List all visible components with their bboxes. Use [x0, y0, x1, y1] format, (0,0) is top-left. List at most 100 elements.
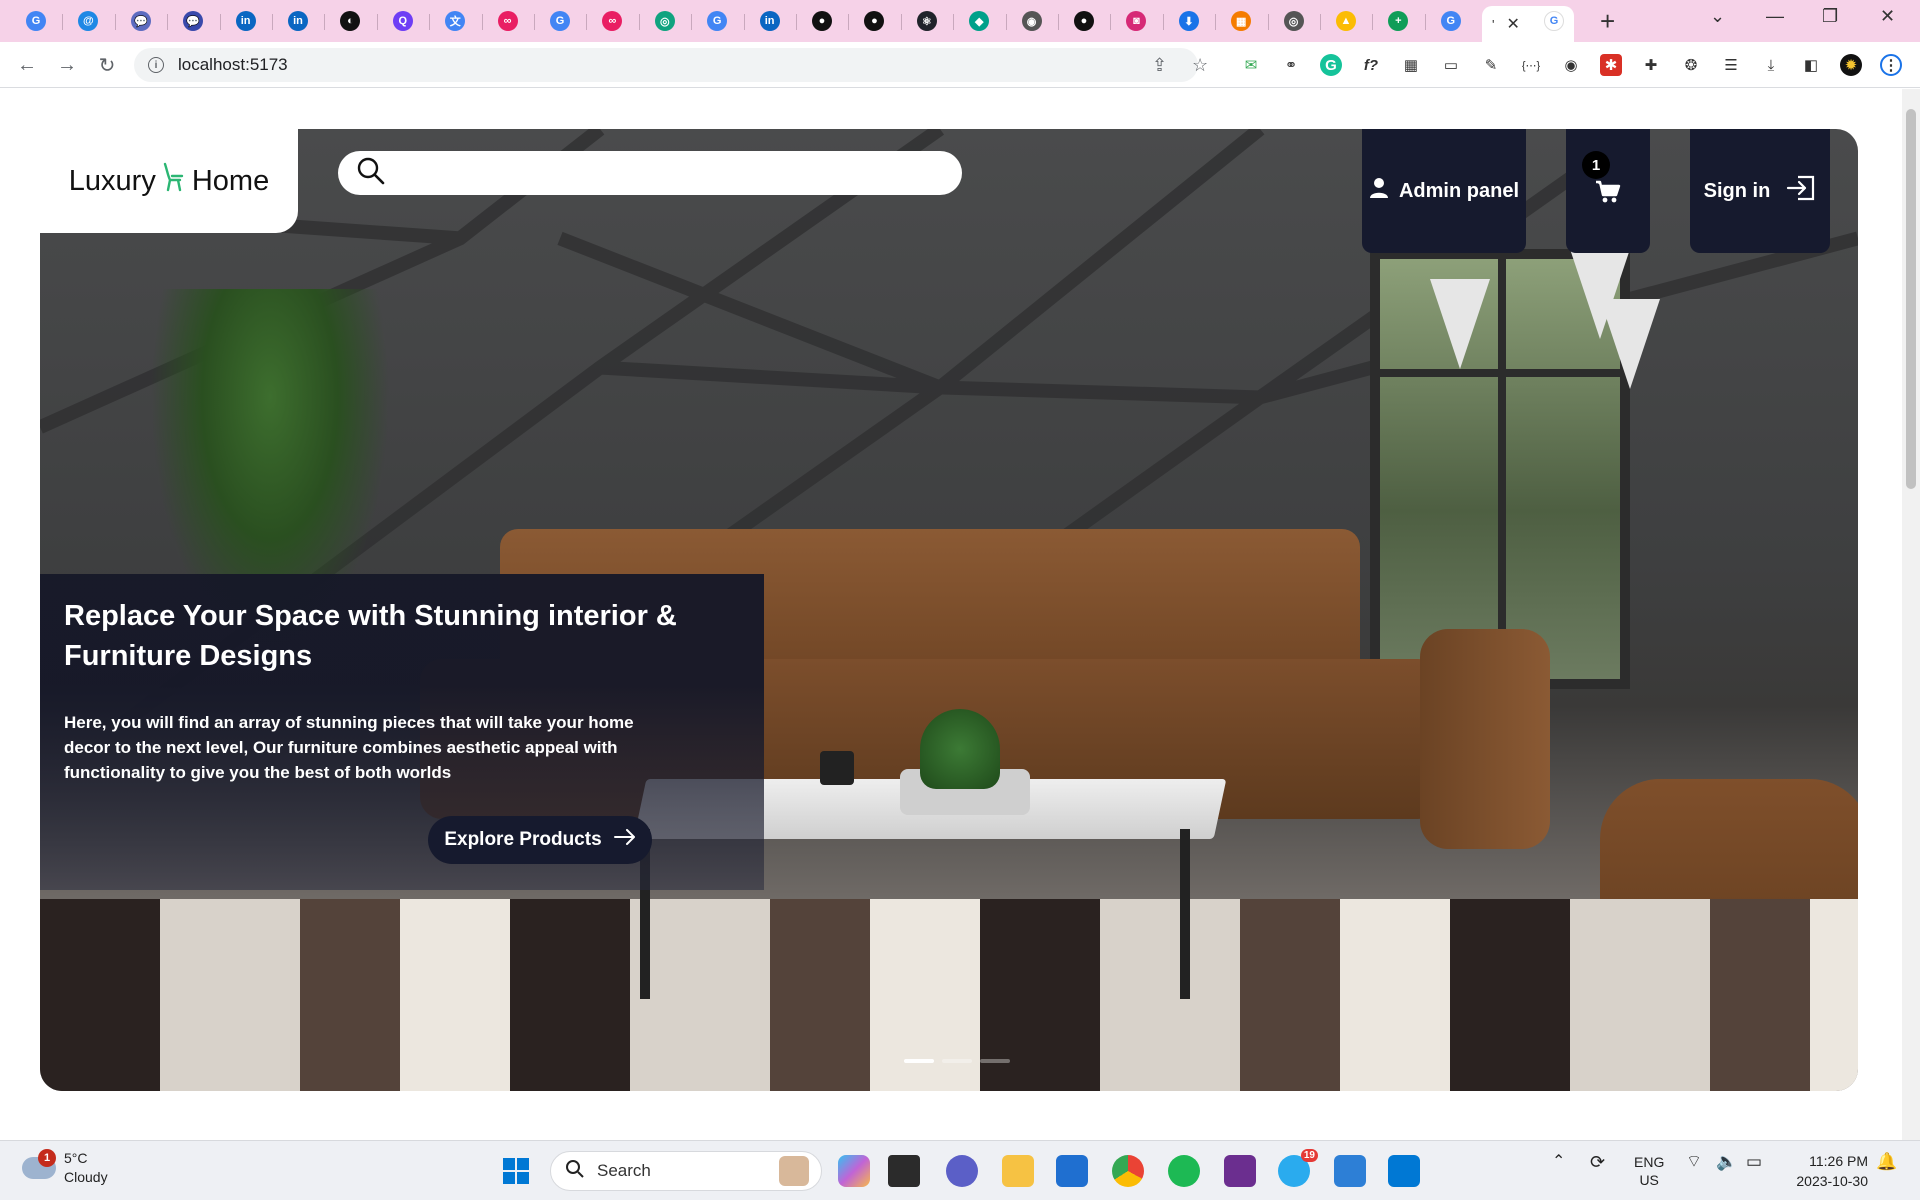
file-explorer-icon[interactable]	[1002, 1155, 1034, 1187]
formula-icon[interactable]: f?	[1360, 54, 1382, 76]
sign-in-button[interactable]: Sign in	[1690, 129, 1830, 253]
explore-products-button[interactable]: Explore Products	[428, 816, 652, 864]
notification-bell-icon[interactable]: 🔔	[1876, 1153, 1897, 1171]
show-hidden-icons-chevron[interactable]: ⌃	[1552, 1153, 1565, 1171]
browser-tab[interactable]: ◉	[1012, 6, 1042, 36]
browser-tab[interactable]: @	[68, 6, 99, 36]
search-bar[interactable]	[338, 151, 962, 195]
teams-chat-icon[interactable]	[946, 1155, 978, 1187]
microsoft-store-icon[interactable]	[1056, 1155, 1088, 1187]
tab-favicon-icon: G	[550, 11, 570, 31]
copilot-icon[interactable]	[838, 1155, 870, 1187]
page-scrollbar[interactable]	[1902, 89, 1920, 1140]
browser-tab[interactable]: ◎	[1274, 6, 1304, 36]
browser-tab[interactable]: in	[278, 6, 308, 36]
photos-icon[interactable]	[1334, 1155, 1366, 1187]
bookmark-star-icon[interactable]: ☆	[1192, 55, 1208, 76]
browser-tab[interactable]: G	[1534, 6, 1564, 36]
forward-icon[interactable]: →	[54, 52, 80, 78]
chrome-icon[interactable]	[1112, 1155, 1144, 1187]
record-icon[interactable]: ◉	[1560, 54, 1582, 76]
restore-button[interactable]: ❐	[1822, 6, 1838, 27]
telegram-icon[interactable]: 19	[1278, 1149, 1318, 1187]
browser-tab[interactable]: ∞	[488, 6, 518, 36]
json-icon[interactable]: {⋯}	[1520, 54, 1542, 76]
input-language[interactable]: ENG US	[1634, 1153, 1664, 1189]
browser-tab[interactable]: ●	[854, 6, 885, 36]
eyedropper-icon[interactable]: ✎	[1480, 54, 1502, 76]
weather-widget[interactable]: 1 5°C Cloudy	[22, 1149, 108, 1187]
pdf-app-icon[interactable]	[1224, 1155, 1256, 1187]
extension-mail-icon[interactable]: ✉	[1240, 54, 1262, 76]
browser-tab[interactable]: G	[540, 6, 570, 36]
reload-icon[interactable]: ↻	[94, 52, 120, 78]
browser-tab[interactable]: G	[1431, 6, 1461, 36]
browser-tab[interactable]: G	[16, 6, 46, 36]
browser-tab[interactable]: ●	[1064, 6, 1094, 36]
browser-tab[interactable]: in	[226, 6, 256, 36]
browser-tab[interactable]: 💬	[173, 6, 204, 36]
reading-list-icon[interactable]: ☰	[1720, 54, 1742, 76]
search-icon[interactable]	[338, 156, 386, 191]
tab-favicon-icon: Q	[392, 11, 413, 31]
carousel-dot[interactable]	[904, 1059, 934, 1063]
close-window-button[interactable]: ✕	[1880, 6, 1895, 27]
back-icon[interactable]: ←	[14, 52, 40, 78]
browser-tab[interactable]: ◙	[1116, 6, 1147, 36]
tab-search-icon[interactable]: ⌄	[1710, 6, 1725, 27]
extension-spiral-icon[interactable]: ❂	[1680, 54, 1702, 76]
extension-grid-icon[interactable]: ▦	[1400, 54, 1422, 76]
carousel-dot[interactable]	[980, 1059, 1010, 1063]
browser-tab[interactable]: ∞	[592, 6, 623, 36]
site-logo[interactable]: Luxury Home	[69, 162, 269, 200]
profile-avatar[interactable]: ✹	[1840, 54, 1862, 76]
tab-separator	[1162, 14, 1164, 30]
browser-tab[interactable]: ◆	[959, 6, 990, 36]
menu-kebab-icon[interactable]: ⋮	[1880, 54, 1902, 76]
browser-tab[interactable]: G	[697, 6, 728, 36]
extension-red-icon[interactable]: ✱	[1600, 54, 1622, 76]
task-view-icon[interactable]	[888, 1155, 920, 1187]
grammarly-icon[interactable]: G	[1320, 54, 1342, 76]
browser-tab[interactable]: in	[750, 6, 780, 36]
browser-tab[interactable]: +	[1378, 6, 1409, 36]
browser-tab[interactable]: ⚛	[907, 6, 937, 36]
explore-products-label: Explore Products	[444, 829, 602, 850]
browser-tab[interactable]: 文	[435, 6, 466, 36]
side-panel-icon[interactable]: ◧	[1800, 54, 1822, 76]
vscode-icon[interactable]	[1388, 1155, 1420, 1187]
taskbar-search[interactable]: Search	[550, 1151, 822, 1191]
scrollbar-thumb[interactable]	[1906, 109, 1916, 489]
browser-tab[interactable]: ⬇	[1169, 6, 1199, 36]
close-tab-icon[interactable]: ✕	[1506, 14, 1519, 34]
extension-card-icon[interactable]: ▭	[1440, 54, 1462, 76]
sync-icon[interactable]: ⟳	[1590, 1153, 1605, 1171]
browser-tab[interactable]: ●	[802, 6, 832, 36]
battery-icon[interactable]: ▭	[1746, 1153, 1762, 1171]
extension-link-icon[interactable]: ⚭	[1280, 54, 1302, 76]
extensions-puzzle-icon[interactable]: ✚	[1640, 54, 1662, 76]
minimize-button[interactable]: —	[1766, 6, 1784, 27]
browser-tab[interactable]: ◐	[330, 6, 361, 36]
pendant-lamp	[1600, 299, 1660, 389]
windows-start-icon[interactable]	[500, 1155, 532, 1187]
cart-button[interactable]: 1	[1566, 129, 1650, 253]
browser-tab[interactable]: ◎	[645, 6, 675, 36]
site-info-icon[interactable]: i	[148, 57, 164, 73]
admin-panel-button[interactable]: Admin panel	[1362, 129, 1526, 253]
carousel-dot[interactable]	[942, 1059, 972, 1063]
download-icon[interactable]: ⤓	[1760, 54, 1782, 76]
address-bar[interactable]: i localhost:5173 ⇪ ☆	[134, 48, 1208, 82]
browser-tab[interactable]: ▲	[1326, 6, 1356, 36]
new-tab-button[interactable]: +	[1600, 8, 1615, 34]
wifi-icon[interactable]: ⌔	[1686, 1153, 1702, 1171]
browser-tab[interactable]: ▦	[1221, 6, 1252, 36]
browser-tab[interactable]: 💬	[121, 6, 151, 36]
volume-icon[interactable]: 🔈	[1716, 1153, 1737, 1171]
search-input[interactable]	[398, 162, 938, 184]
browser-tab[interactable]: Q	[383, 6, 413, 36]
share-icon[interactable]: ⇪	[1152, 55, 1167, 76]
spotify-icon[interactable]	[1168, 1155, 1200, 1187]
system-clock[interactable]: 11:26 PM 2023-10-30	[1782, 1151, 1868, 1191]
clock-date: 2023-10-30	[1796, 1173, 1868, 1189]
